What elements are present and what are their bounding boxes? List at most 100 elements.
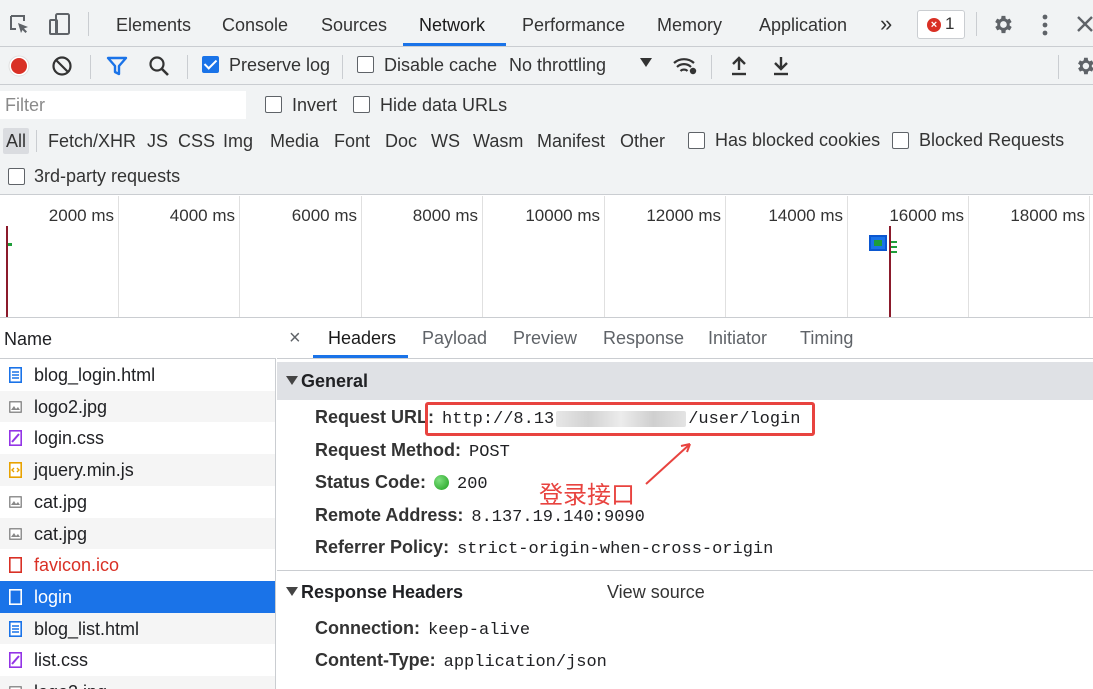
type-filter-fetch-xhr[interactable]: Fetch/XHR [48,128,136,154]
load-event-marker [889,226,891,317]
request-name: blog_login.html [34,365,156,385]
type-filter-wasm[interactable]: Wasm [473,128,523,154]
type-filter-font[interactable]: Font [334,128,370,154]
error-counter-button[interactable]: × 1 [917,10,965,39]
type-filter-img[interactable]: Img [223,128,253,154]
view-source-link[interactable]: View source [607,582,705,603]
tab-elements[interactable]: Elements [116,0,191,46]
name-column-header[interactable]: Name [0,318,276,359]
more-tabs-button[interactable]: » [880,0,892,46]
clear-icon[interactable] [51,55,73,77]
tab-initiator[interactable]: Initiator [708,318,767,358]
request-row[interactable]: blog_login.html [0,359,275,391]
request-row[interactable]: login.css [0,422,275,454]
script-file-icon [9,462,22,479]
third-party-requests-label: 3rd-party requests [34,166,181,186]
request-row[interactable]: cat.jpg [0,517,275,550]
section-divider [277,570,1093,571]
search-icon[interactable] [148,55,170,77]
type-filter-js[interactable]: JS [147,128,168,154]
disable-cache-checkbox[interactable] [357,56,374,73]
tab-performance[interactable]: Performance [522,0,625,46]
disable-cache-label: Disable cache [384,55,498,75]
collapse-triangle-icon [286,587,298,596]
type-filter-all[interactable]: All [3,128,30,154]
third-party-requests-checkbox[interactable] [8,168,25,185]
network-conditions-wifi-icon[interactable] [672,55,698,77]
close-detail-button[interactable]: × [289,318,301,358]
referrer-policy-row: Referrer Policy: strict-origin-when-cross… [315,537,773,559]
request-row[interactable]: jquery.min.js [0,454,275,486]
request-row[interactable]: cat.jpg [0,486,275,518]
tab-payload[interactable]: Payload [422,318,487,358]
tab-headers[interactable]: Headers [328,318,396,358]
timeline-tick-label: 2000 ms [48,206,114,225]
grid-line [1089,196,1090,317]
type-filter-ws[interactable]: WS [431,128,460,154]
tab-response[interactable]: Response [603,318,684,358]
invert-label: Invert [292,95,338,115]
type-filter-css[interactable]: CSS [178,128,215,154]
fetch-file-icon [9,588,22,605]
tab-timing[interactable]: Timing [800,318,853,358]
tab-network[interactable]: Network [419,0,485,46]
kebab-menu-icon[interactable] [1038,13,1052,37]
separator [1058,55,1059,79]
general-section-header[interactable]: General [277,362,1093,400]
preserve-log-checkbox[interactable] [202,56,219,73]
request-row[interactable]: logo2.jpg [0,390,275,423]
blocked-requests-checkbox[interactable] [892,132,909,149]
type-filter-media[interactable]: Media [270,128,319,154]
type-filter-other[interactable]: Other [620,128,665,154]
request-row[interactable]: favicon.ico [0,549,275,581]
timeline-overview[interactable]: 2000 ms 4000 ms 6000 ms 8000 ms 10000 ms… [0,196,1093,318]
status-code-key: Status Code: [315,472,427,492]
content-type-value: application/json [443,653,607,672]
blocked-requests-label: Blocked Requests [919,130,1065,150]
record-icon[interactable] [8,55,30,77]
tab-memory[interactable]: Memory [657,0,722,46]
throttling-dropdown-arrow-icon[interactable] [640,58,652,67]
timeline-tick-label: 4000 ms [169,206,235,225]
type-filter-doc[interactable]: Doc [385,128,417,154]
response-headers-title: Response Headers [301,582,464,602]
timeline-tick-label: 16000 ms [889,206,964,225]
device-toolbar-icon[interactable] [48,12,72,36]
separator [88,12,89,36]
close-devtools-icon[interactable] [1076,15,1093,33]
request-bar [869,235,887,251]
inspect-element-icon[interactable] [8,13,30,35]
settings-gear-icon[interactable] [991,13,1014,36]
network-settings-gear-icon[interactable] [1074,55,1093,77]
request-row[interactable]: blog_list.html [0,612,275,645]
grid-line [482,196,483,317]
type-filter-manifest[interactable]: Manifest [537,128,605,154]
annotation-label: 登录接口 [539,482,635,509]
request-bar [8,243,12,246]
import-har-upload-icon[interactable] [729,55,749,77]
request-name: list.css [34,650,88,671]
request-name: jquery.min.js [34,460,134,481]
invert-checkbox[interactable] [265,96,282,113]
filter-funnel-icon[interactable] [106,56,128,76]
general-section-title: General [301,371,369,391]
separator [711,55,712,79]
hide-data-urls-checkbox[interactable] [353,96,370,113]
content-type-key: Content-Type: [315,650,436,670]
request-name: login [34,586,73,607]
tab-sources[interactable]: Sources [321,0,387,46]
status-code-value: 200 [457,475,488,494]
throttling-select[interactable]: No throttling [509,55,606,76]
filter-input[interactable] [0,91,246,119]
request-row[interactable]: logo2.jpg [0,676,275,689]
annotation-arrow-icon [645,443,691,485]
tab-preview[interactable]: Preview [513,318,577,358]
request-row[interactable]: list.css [0,644,275,676]
request-method-value: POST [469,443,510,462]
has-blocked-cookies-checkbox[interactable] [688,132,705,149]
export-har-download-icon[interactable] [771,55,791,77]
tab-application[interactable]: Application [759,0,847,46]
remote-address-value: 8.137.19.140:9090 [471,508,645,527]
request-row-selected[interactable]: login [0,580,275,613]
tab-console[interactable]: Console [222,0,288,46]
